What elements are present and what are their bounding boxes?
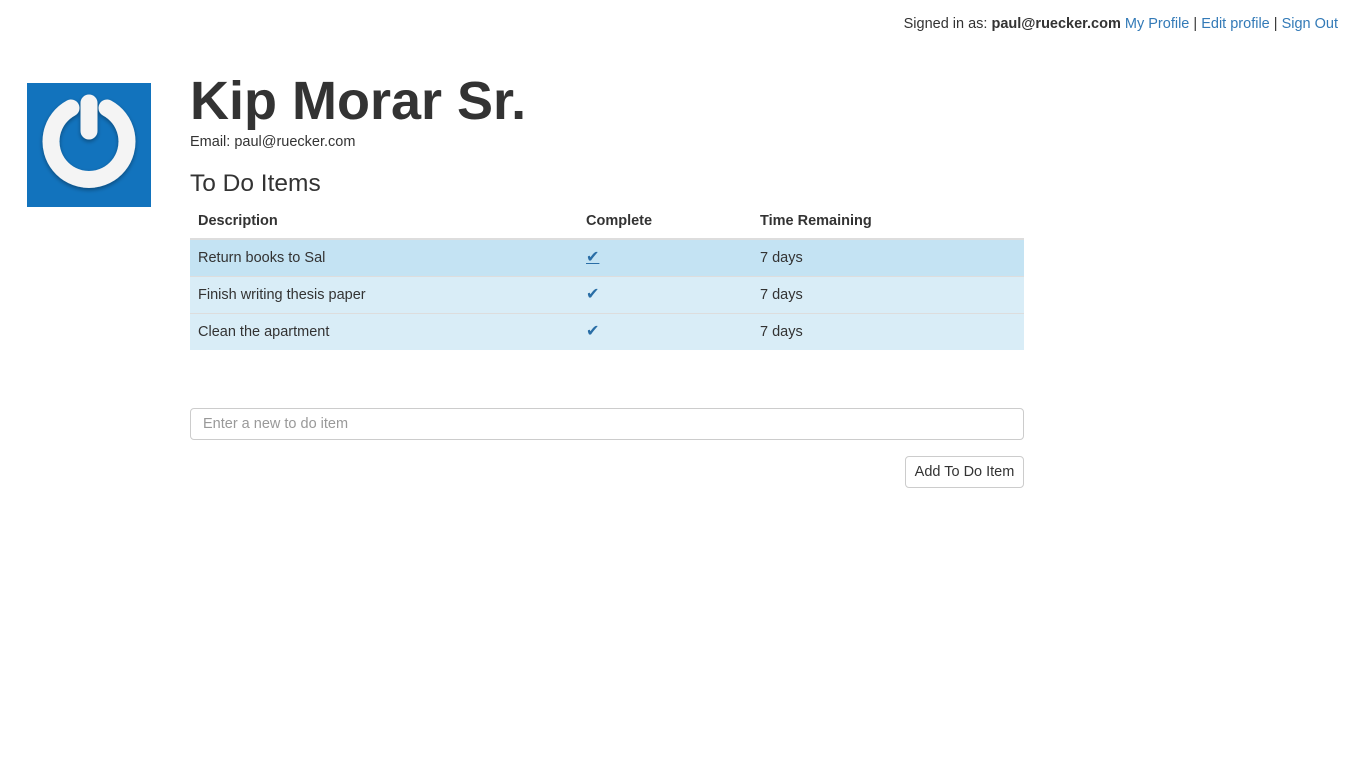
table-header-row: Description Complete Time Remaining — [190, 203, 1024, 240]
todo-description: Clean the apartment — [190, 313, 578, 350]
todo-section-title: To Do Items — [190, 170, 321, 197]
checkmark-icon[interactable]: ✔ — [586, 250, 599, 266]
signed-in-label: Signed in as: — [903, 16, 988, 32]
avatar — [27, 83, 151, 207]
column-header-time-remaining: Time Remaining — [752, 203, 1024, 240]
signed-in-user: paul@ruecker.com — [991, 16, 1121, 32]
profile-email: Email: paul@ruecker.com — [190, 134, 356, 150]
sign-out-link[interactable]: Sign Out — [1282, 16, 1338, 32]
new-todo-input[interactable] — [190, 408, 1024, 440]
account-bar: Signed in as: paul@ruecker.com My Profil… — [904, 15, 1338, 33]
todo-complete-cell: ✔ — [578, 276, 752, 314]
power-icon — [42, 94, 136, 188]
checkmark-icon[interactable]: ✔ — [586, 287, 599, 303]
column-header-description: Description — [190, 203, 578, 240]
todo-description: Return books to Sal — [190, 238, 578, 277]
checkmark-icon[interactable]: ✔ — [586, 324, 599, 340]
profile-header: Kip Morar Sr. Email: paul@ruecker.com To… — [190, 70, 1024, 199]
todo-time-remaining: 7 days — [752, 276, 1024, 314]
todo-description: Finish writing thesis paper — [190, 276, 578, 314]
table-row: Return books to Sal ✔ 7 days — [190, 238, 1024, 277]
table-row: Finish writing thesis paper ✔ 7 days — [190, 276, 1024, 314]
todo-table: Description Complete Time Remaining Retu… — [190, 203, 1024, 350]
link-separator: | — [1273, 16, 1278, 32]
todo-complete-cell: ✔ — [578, 238, 752, 277]
profile-name: Kip Morar Sr. — [190, 71, 527, 131]
column-header-complete: Complete — [578, 203, 752, 240]
todo-complete-cell: ✔ — [578, 313, 752, 350]
todo-time-remaining: 7 days — [752, 238, 1024, 277]
link-separator: | — [1193, 16, 1198, 32]
my-profile-link[interactable]: My Profile — [1125, 16, 1189, 32]
edit-profile-link[interactable]: Edit profile — [1201, 16, 1270, 32]
add-todo-button[interactable]: Add To Do Item — [905, 456, 1024, 488]
table-row: Clean the apartment ✔ 7 days — [190, 313, 1024, 350]
todo-time-remaining: 7 days — [752, 313, 1024, 350]
